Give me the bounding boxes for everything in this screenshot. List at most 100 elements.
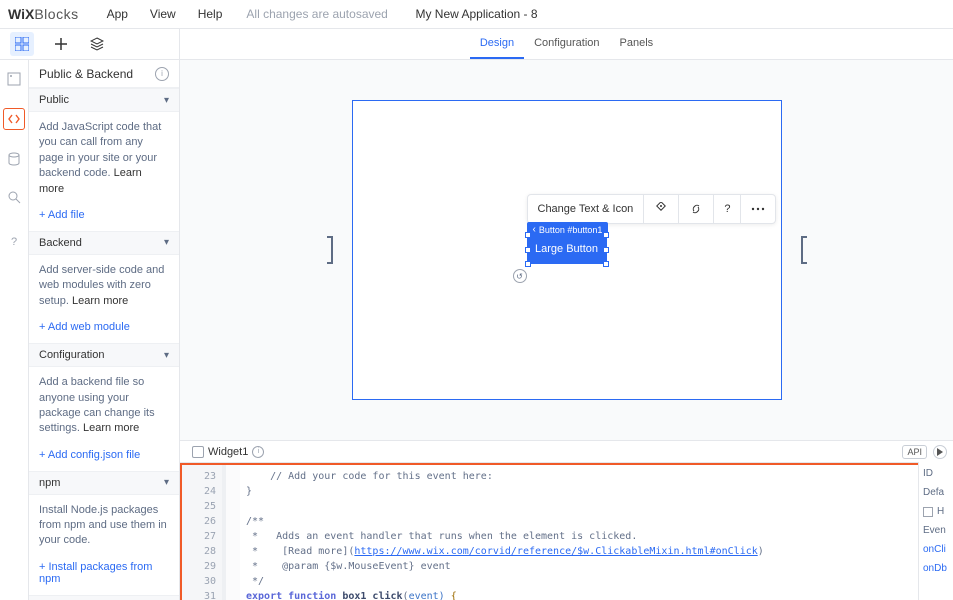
event-onclick[interactable]: onCli <box>923 544 949 555</box>
panel-info-icon[interactable]: i <box>155 67 169 81</box>
properties-panel: ID Defa H Even onCli onDb <box>918 462 953 600</box>
logo: WiXBlocks <box>8 6 79 22</box>
section-public-body: Add JavaScript code that you can call fr… <box>29 112 179 205</box>
line-number: 27 <box>182 529 216 544</box>
info-icon[interactable]: i <box>252 446 264 458</box>
checkbox-icon[interactable] <box>923 507 933 517</box>
add-config-file[interactable]: + Add config.json file <box>29 445 179 471</box>
tab-panels[interactable]: Panels <box>610 29 664 59</box>
resize-handle[interactable] <box>525 247 531 253</box>
tool-strip <box>0 29 180 59</box>
section-backend-body: Add server-side code and web modules wit… <box>29 255 179 317</box>
section-public-header[interactable]: Public ▾ <box>29 88 179 112</box>
section-npm-body: Install Node.js packages from npm and us… <box>29 495 179 557</box>
resize-handle[interactable] <box>603 247 609 253</box>
menu-view[interactable]: View <box>150 7 176 21</box>
line-number: 29 <box>182 559 216 574</box>
api-button[interactable]: API <box>902 445 927 459</box>
prop-id-label: ID <box>923 468 949 479</box>
logo-sub: Blocks <box>34 6 78 22</box>
design-canvas[interactable]: Change Text & Icon ? Button #button1 Lar… <box>180 60 953 440</box>
line-number: 23 <box>182 469 216 484</box>
history-icon[interactable]: ↺ <box>513 269 527 283</box>
autosave-status: All changes are autosaved <box>246 7 387 21</box>
widget-stage[interactable]: Change Text & Icon ? Button #button1 Lar… <box>352 100 782 400</box>
logo-main: WiX <box>8 6 34 22</box>
npm-desc: Install Node.js packages from npm and us… <box>39 504 167 547</box>
large-button[interactable]: Large Button <box>527 234 607 264</box>
prop-events-label: Even <box>923 525 949 536</box>
tab-design[interactable]: Design <box>470 29 524 59</box>
layers-icon[interactable] <box>88 35 106 53</box>
resize-bracket-right[interactable] <box>801 236 807 264</box>
prop-hidden-label: H <box>937 506 944 517</box>
panel-title: Public & Backend <box>39 67 133 81</box>
more-icon[interactable] <box>740 195 775 223</box>
panel-title-row: Public & Backend i <box>29 60 179 88</box>
menu-app[interactable]: App <box>107 7 128 21</box>
add-public-file[interactable]: + Add file <box>29 205 179 231</box>
section-npm-header[interactable]: npm ▾ <box>29 471 179 495</box>
resize-handle[interactable] <box>525 261 531 267</box>
chevron-down-icon: ▾ <box>164 95 169 106</box>
event-ondblclick[interactable]: onDb <box>923 563 949 574</box>
design-icon[interactable] <box>643 195 678 223</box>
code-content[interactable]: // Add your code for this event here: } … <box>240 465 953 600</box>
line-number: 26 <box>182 514 216 529</box>
install-npm[interactable]: + Install packages from npm <box>29 557 179 595</box>
section-backend-label: Backend <box>39 237 82 249</box>
section-readme-header[interactable]: README <box>29 595 179 600</box>
section-backend-header[interactable]: Backend ▾ <box>29 231 179 255</box>
help-icon[interactable]: ? <box>5 232 23 250</box>
code-files-panel: Public & Backend i Public ▾ Add JavaScri… <box>29 60 180 600</box>
line-number: 31 <box>182 589 216 600</box>
code-editor[interactable]: 23 24 25 26 27 28 29 30 31 32 33 34 // A… <box>180 463 953 600</box>
section-config-header[interactable]: Configuration ▾ <box>29 343 179 367</box>
run-icon[interactable] <box>933 445 947 459</box>
backend-learn-more[interactable]: Learn more <box>72 295 128 307</box>
tool-bar: Design Configuration Panels <box>0 29 953 60</box>
code-tab-widget1[interactable]: Widget1 i <box>186 444 270 460</box>
search-icon[interactable] <box>5 188 23 206</box>
section-config-label: Configuration <box>39 349 104 361</box>
resize-handle[interactable] <box>525 232 531 238</box>
add-icon[interactable] <box>52 35 70 53</box>
page-icon[interactable] <box>5 70 23 88</box>
line-number: 30 <box>182 574 216 589</box>
prop-hidden-row[interactable]: H <box>923 506 949 517</box>
link-icon[interactable] <box>678 195 713 223</box>
section-config-body: Add a backend file so anyone using your … <box>29 367 179 445</box>
line-number: 28 <box>182 544 216 559</box>
code-tab-label: Widget1 <box>208 446 248 458</box>
chevron-down-icon: ▾ <box>164 237 169 248</box>
code-tab-bar: Widget1 i API <box>180 441 953 463</box>
resize-handle[interactable] <box>603 261 609 267</box>
line-number: 24 <box>182 484 216 499</box>
database-icon[interactable] <box>5 150 23 168</box>
mode-tabs: Design Configuration Panels <box>470 29 663 59</box>
chevron-down-icon: ▾ <box>164 477 169 488</box>
help-popup-icon[interactable]: ? <box>713 195 740 223</box>
resize-handle[interactable] <box>603 232 609 238</box>
line-number: 25 <box>182 499 216 514</box>
page-icon <box>192 446 204 458</box>
code-panel: Widget1 i API 23 24 25 26 27 28 29 30 31… <box>180 440 953 600</box>
tab-configuration[interactable]: Configuration <box>524 29 609 59</box>
mode-tabs-wrap: Design Configuration Panels <box>180 29 953 59</box>
change-text-icon-button[interactable]: Change Text & Icon <box>528 195 644 223</box>
config-learn-more[interactable]: Learn more <box>83 422 139 434</box>
section-npm-label: npm <box>39 477 60 489</box>
line-gutter: 23 24 25 26 27 28 29 30 31 32 33 34 <box>182 465 222 600</box>
chevron-down-icon: ▾ <box>164 350 169 361</box>
svg-text:?: ? <box>11 236 17 248</box>
menu-help[interactable]: Help <box>198 7 223 21</box>
main-menu: App View Help <box>107 7 223 21</box>
resize-bracket-left[interactable] <box>327 236 333 264</box>
add-web-module[interactable]: + Add web module <box>29 317 179 343</box>
section-public-label: Public <box>39 94 69 106</box>
code-icon[interactable] <box>3 108 25 130</box>
app-title: My New Application - 8 <box>415 7 537 21</box>
prop-default-label: Defa <box>923 487 949 498</box>
left-rail: ? <box>0 60 29 600</box>
widgets-icon[interactable] <box>10 32 34 56</box>
